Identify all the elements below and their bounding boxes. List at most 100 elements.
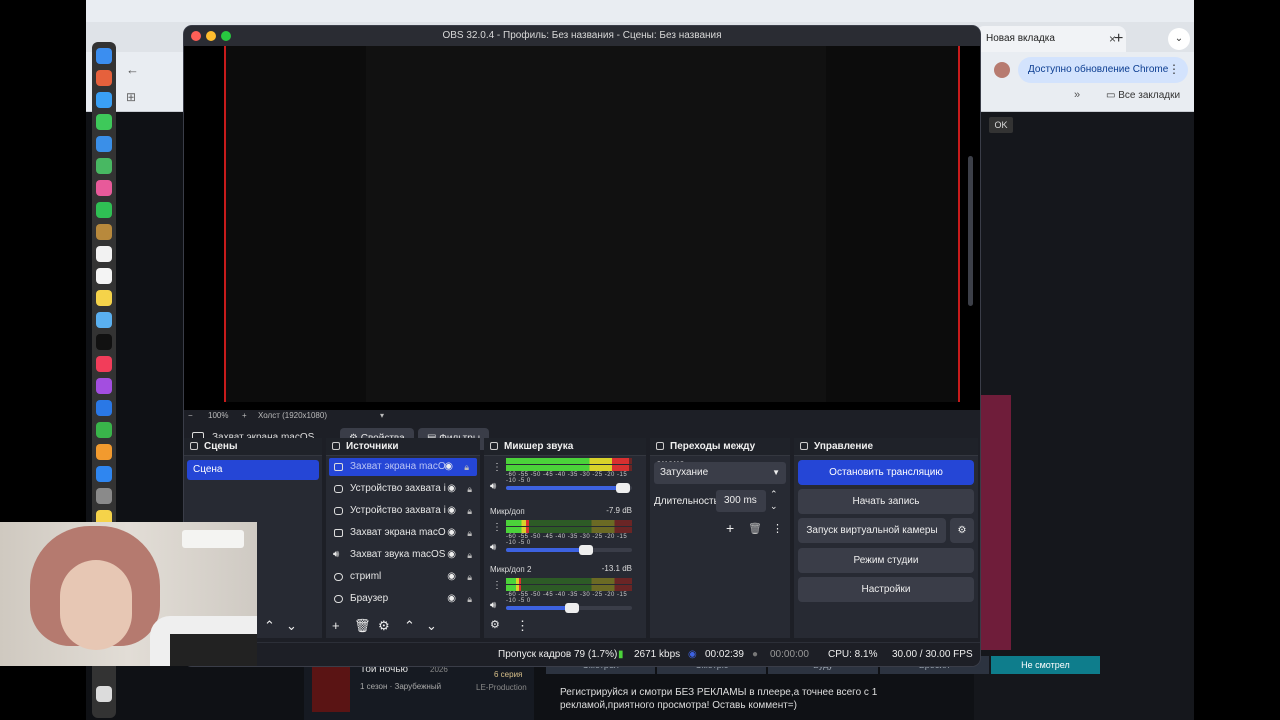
tab-not-watched[interactable]: Не смотрел [990, 656, 1101, 674]
apps-grid-icon[interactable]: ⊞ [126, 90, 136, 104]
source-item[interactable]: Захват экрана macO ◉ 🔒︎ [329, 458, 477, 476]
eye-icon[interactable]: ◉ [447, 544, 456, 566]
level-fill [506, 578, 522, 584]
eye-hidden-icon[interactable]: ◉ [444, 458, 453, 476]
preview-area[interactable] [184, 46, 980, 410]
finder-icon[interactable] [96, 48, 112, 64]
trash-icon[interactable] [96, 686, 112, 702]
add-icon[interactable]: + [332, 618, 340, 633]
minimize-window-icon[interactable] [206, 31, 216, 41]
start-record-button[interactable]: Начать запись [798, 489, 974, 514]
tv-icon[interactable] [96, 334, 112, 350]
calendar-icon[interactable] [96, 246, 112, 262]
contacts-icon[interactable] [96, 224, 112, 240]
advanced-audio-icon[interactable]: ⚙ [490, 618, 500, 631]
channel-menu-icon[interactable]: ⋮ [492, 580, 502, 591]
profile-avatar[interactable] [994, 62, 1010, 78]
eye-icon[interactable]: ◉ [447, 478, 456, 500]
scene-item[interactable]: Сцена [187, 460, 319, 480]
volume-icon[interactable]: 🔊︎ [490, 481, 496, 492]
mixer-menu-icon[interactable]: ⋮ [516, 618, 529, 634]
source-item[interactable]: стриml ◉ 🔒︎ [326, 566, 480, 588]
volume-slider[interactable] [506, 603, 632, 613]
move-up-icon[interactable]: ⌃ [404, 618, 415, 634]
eye-icon[interactable]: ◉ [447, 588, 456, 610]
all-bookmarks-link[interactable]: ▭ Все закладки [1106, 90, 1180, 101]
reminders-icon[interactable] [96, 268, 112, 284]
zoom-in-icon[interactable]: + [242, 411, 247, 420]
music-icon[interactable] [96, 356, 112, 372]
source-item[interactable]: Устройство захвата і ◉ 🔒︎ [326, 478, 480, 500]
new-tab-icon[interactable]: + [1114, 30, 1123, 48]
duration-input[interactable]: 300 ms [716, 490, 766, 512]
facetime-icon[interactable] [96, 202, 112, 218]
volume-knob[interactable] [615, 483, 630, 493]
numbers-icon[interactable] [96, 422, 112, 438]
photos-icon[interactable] [96, 180, 112, 196]
source-item[interactable]: Браузер ◉ 🔒︎ [326, 588, 480, 610]
maps-icon[interactable] [96, 158, 112, 174]
bookmarks-chevron-icon[interactable]: » [1074, 89, 1080, 101]
keynote-icon[interactable] [96, 400, 112, 416]
settings-button[interactable]: Настройки [798, 577, 974, 602]
launchpad-icon[interactable] [96, 70, 112, 86]
duration-stepper[interactable]: ⌃ ⌄ [770, 488, 778, 512]
podcasts-icon[interactable] [96, 378, 112, 394]
mail-icon[interactable] [96, 136, 112, 152]
volume-knob[interactable] [579, 545, 594, 555]
trash-icon[interactable]: 🗑︎ [354, 618, 371, 634]
system-settings-icon[interactable] [96, 488, 112, 504]
move-down-icon[interactable]: ⌄ [286, 618, 297, 634]
tab-search-icon[interactable]: ⌄ [1168, 28, 1190, 50]
volume-slider[interactable] [506, 545, 632, 555]
add-transition-icon[interactable]: + [726, 520, 734, 536]
chrome-update-button[interactable]: Доступно обновление Chrome ⋮ [1018, 57, 1188, 83]
channel-menu-icon[interactable]: ⋮ [492, 522, 502, 533]
pages-icon[interactable] [96, 444, 112, 460]
stop-stream-button[interactable]: Остановить трансляцию [798, 460, 974, 485]
movie-card[interactable]: Той ночью 2026 1 сезон · Зарубежный 6 се… [304, 660, 534, 720]
virtual-camera-button[interactable]: Запуск виртуальной камеры [798, 518, 946, 543]
chrome-tab[interactable]: Новая вкладка × [976, 26, 1126, 52]
move-up-icon[interactable]: ⌃ [264, 618, 275, 634]
volume-icon[interactable]: 🔊︎ [490, 600, 496, 611]
notes-icon[interactable] [96, 290, 112, 306]
safari-icon[interactable] [96, 92, 112, 108]
lock-icon[interactable]: 🔒︎ [467, 544, 472, 566]
volume-icon[interactable]: 🔊︎ [490, 542, 496, 553]
transition-menu-icon[interactable]: ⋮ [772, 522, 783, 535]
trash-icon[interactable]: 🗑︎ [748, 522, 762, 535]
app-store-icon[interactable] [96, 466, 112, 482]
zoom-out-icon[interactable]: − [188, 411, 193, 420]
maximize-window-icon[interactable] [221, 31, 231, 41]
preview-canvas[interactable] [224, 46, 960, 402]
lock-icon[interactable]: 🔒︎ [467, 500, 472, 522]
source-item[interactable]: 🔊︎ Захват звука macOS ◉ 🔒︎ [326, 544, 480, 566]
preview-scrollbar[interactable] [968, 156, 973, 306]
volume-slider[interactable] [506, 483, 632, 493]
freeform-icon[interactable] [96, 312, 112, 328]
volume-knob[interactable] [565, 603, 580, 613]
more-vert-icon[interactable]: ⋮ [1168, 62, 1180, 76]
eye-icon[interactable]: ◉ [447, 500, 456, 522]
move-down-icon[interactable]: ⌄ [426, 618, 437, 634]
back-arrow-icon[interactable]: ← [126, 62, 139, 77]
lock-icon[interactable]: 🔒︎ [467, 566, 472, 588]
lock-icon[interactable]: 🔒︎ [467, 478, 472, 500]
eye-icon[interactable]: ◉ [447, 566, 456, 588]
canvas-dropdown-icon[interactable]: ▾ [380, 411, 384, 420]
eye-icon[interactable]: ◉ [447, 522, 456, 544]
source-item[interactable]: Устройство захвата і ◉ 🔒︎ [326, 500, 480, 522]
lock-icon[interactable]: 🔒︎ [467, 588, 472, 610]
site-ok-button[interactable]: OK [989, 117, 1013, 133]
close-window-icon[interactable] [191, 31, 201, 41]
studio-mode-button[interactable]: Режим студии [798, 548, 974, 573]
source-item[interactable]: Захват экрана macO ◉ 🔒︎ [326, 522, 480, 544]
gear-icon[interactable]: ⚙ [950, 518, 974, 543]
lock-icon[interactable]: 🔒︎ [464, 458, 469, 476]
gear-icon[interactable]: ⚙ [378, 618, 390, 634]
channel-menu-icon[interactable]: ⋮ [492, 462, 502, 473]
transition-select[interactable]: Затухание ▼ [654, 462, 786, 484]
lock-icon[interactable]: 🔒︎ [467, 522, 472, 544]
messages-icon[interactable] [96, 114, 112, 130]
